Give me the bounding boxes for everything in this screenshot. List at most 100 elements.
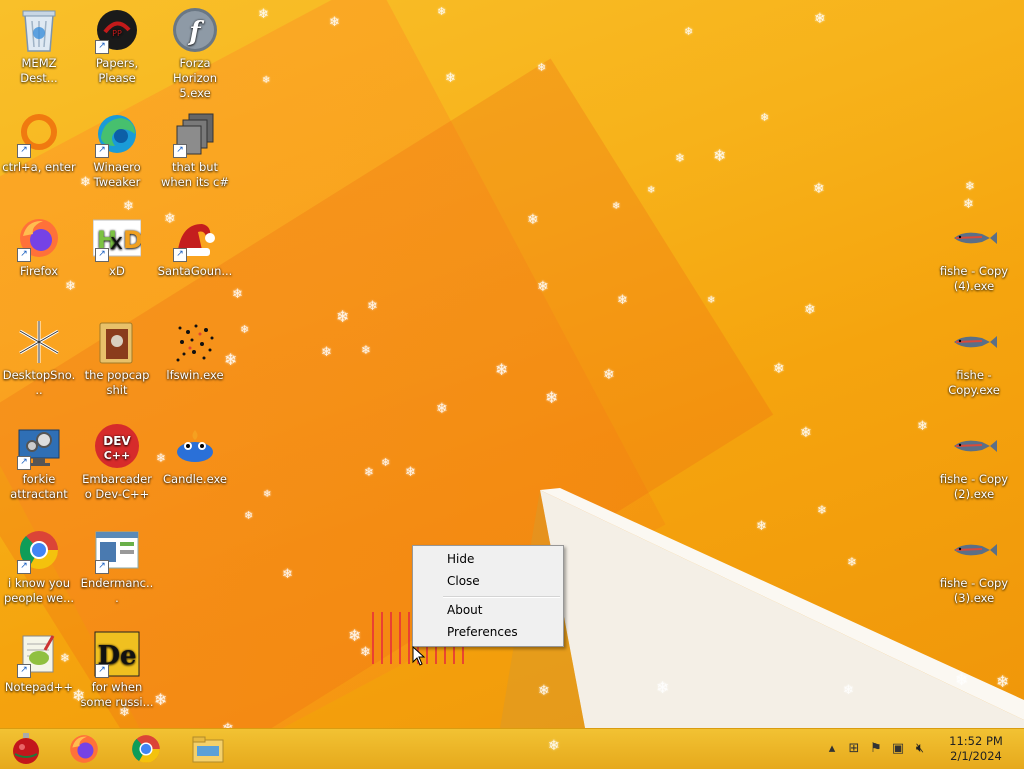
desktop-icon-papers-please[interactable]: PP ↗ Papers, Please [78, 0, 156, 86]
taskbar-firefox-button[interactable] [58, 731, 110, 767]
action-center-flag-icon[interactable]: ⚑ [868, 741, 884, 757]
desktop-icon-csharp[interactable]: ↗ that but when its c# [156, 104, 234, 190]
app-window-icon: ↗ [93, 526, 141, 574]
menu-item-hide[interactable]: Hide [416, 549, 560, 569]
ring-icon: ↗ [15, 110, 63, 158]
fish-icon [950, 214, 998, 262]
snowflake-icon: ❄ [804, 302, 816, 318]
desktop-icon-winaero[interactable]: ↗ Winaero Tweaker [78, 104, 156, 190]
desktop-icon-forza[interactable]: f Forza Horizon 5.exe [156, 0, 234, 101]
icon-label: fishe - Copy.exe [948, 368, 1000, 397]
icon-label: SantaGoun... [157, 264, 233, 278]
volume-muted-icon[interactable]: 🔇︎ [912, 741, 928, 757]
snowflake-icon: ❄ [548, 738, 560, 754]
shortcut-arrow-icon: ↗ [95, 664, 109, 678]
show-hidden-icon[interactable]: ▴ [824, 741, 840, 757]
menu-item-about[interactable]: About [416, 600, 560, 620]
snowflake-icon: ❄ [436, 401, 448, 417]
snowflake-icon: ❄ [282, 567, 293, 582]
snowflake-icon: ❄ [612, 201, 621, 212]
shortcut-arrow-icon: ↗ [17, 664, 31, 678]
snowflake-icon: ❄ [364, 465, 375, 479]
snowflake-icon: ❄ [65, 279, 76, 294]
icon-label: Candle.exe [163, 472, 227, 486]
snowflake-icon: ❄ [329, 15, 340, 30]
menu-item-close[interactable]: Close [416, 571, 560, 591]
shortcut-arrow-icon: ↗ [95, 248, 109, 262]
network-device-icon[interactable]: ⊞ [846, 741, 862, 757]
svg-text:DEV: DEV [103, 434, 131, 448]
desktop-icon-chrome[interactable]: ↗ i know you people we... [0, 520, 78, 606]
desktop-icon-fishe-copy-2[interactable]: fishe - Copy (2).exe [935, 416, 1013, 502]
snowflake-icon: ❄ [367, 299, 378, 314]
icon-label: Forza Horizon 5.exe [173, 56, 217, 100]
snowflake-icon: ❄ [381, 456, 391, 469]
fish-icon [950, 526, 998, 574]
snowflake-icon: ❄ [538, 683, 550, 699]
notepadpp-icon: ↗ [15, 630, 63, 678]
desktop-icon-popcap[interactable]: the popcap shit [78, 312, 156, 398]
menu-separator [443, 596, 560, 598]
network-icon[interactable]: ▣ [890, 741, 906, 757]
start-button[interactable] [0, 731, 52, 767]
snowflake-icon: ❄ [244, 509, 254, 522]
firefox-icon: ↗ [15, 214, 63, 262]
clock-date: 2/1/2024 [950, 749, 1002, 763]
santa-hat-icon: ↗ [171, 214, 219, 262]
desktop-background[interactable]: ❄ ❄ ❄ ❄ ❄ ❄ ❄ ❄ ❄ ❄ ❄ ❄ ❄ ❄ ❄ ❄ ❄ ❄ ❄ ❄ … [0, 0, 1024, 728]
desktop-icon-forkie[interactable]: ↗ forkie attractant [0, 416, 78, 502]
dots-icon [171, 318, 219, 366]
snowflake-icon: ❄ [240, 323, 250, 336]
icon-label: MEMZ Dest... [20, 56, 58, 85]
flash-player-icon: f [171, 6, 219, 54]
shortcut-arrow-icon: ↗ [173, 248, 187, 262]
icon-label: for when some russi... [80, 680, 154, 709]
desktop-icon-candle[interactable]: Candle.exe [156, 416, 234, 487]
shortcut-arrow-icon: ↗ [17, 560, 31, 574]
shortcut-arrow-icon: ↗ [17, 248, 31, 262]
desktop-icon-notepadpp[interactable]: ↗ Notepad++ [0, 624, 78, 695]
desktop-icon-endermanch[interactable]: ↗ Endermanc... [78, 520, 156, 606]
desktop-icon-fishe-copy-3[interactable]: fishe - Copy (3).exe [935, 520, 1013, 606]
monitor-gear-icon: ↗ [15, 422, 63, 470]
snowflake-icon: ❄ [537, 61, 547, 74]
desktop-icon-fishe-copy-4[interactable]: fishe - Copy (4).exe [935, 208, 1013, 294]
clock[interactable]: 11:52 PM 2/1/2024 [946, 734, 1006, 764]
snowflake-icon: ❄ [361, 343, 372, 357]
folder-icon [93, 318, 141, 366]
snowflake-icon: ❄ [773, 361, 785, 377]
desktop-icon-firefox[interactable]: ↗ Firefox [0, 208, 78, 279]
icon-label: lfswin.exe [166, 368, 224, 382]
snowflake-icon: ❄ [917, 419, 928, 434]
desktop-icon-de[interactable]: De ↗ for when some russi... [78, 624, 156, 710]
desktop-icon-fishe-copy[interactable]: fishe - Copy.exe [935, 312, 1013, 398]
desktop-icon-memz[interactable]: MEMZ Dest... [0, 0, 78, 86]
desktop-icon-lfswin[interactable]: lfswin.exe [156, 312, 234, 383]
shortcut-arrow-icon: ↗ [173, 144, 187, 158]
snowflake-icon: ❄ [813, 181, 825, 197]
desktop-icon-ctrl-a-enter[interactable]: ↗ ctrl+a, enter [0, 104, 78, 175]
desktop-icon-devcpp[interactable]: DEV C++ Embarcadero Dev-C++ [78, 416, 156, 502]
icon-label: ctrl+a, enter [2, 160, 76, 174]
snowflake-icon [15, 318, 63, 366]
hxd-icon: HDx ↗ [93, 214, 141, 262]
icon-label: Embarcadero Dev-C++ [82, 472, 152, 501]
svg-text:x: x [110, 230, 123, 255]
icon-label: Notepad++ [4, 680, 74, 694]
taskbar: ❄ ▴ ⊞ ⚑ ▣ 🔇︎ 11:52 PM 2/1/2024 [0, 728, 1024, 769]
icon-label: Firefox [19, 264, 59, 278]
snowflake-icon: ❄ [348, 626, 362, 645]
taskbar-file-explorer-button[interactable] [182, 731, 234, 767]
snowflake-icon: ❄ [675, 151, 686, 165]
snowflake-icon: ❄ [647, 185, 656, 196]
snowflake-icon: ❄ [405, 465, 416, 480]
snowflake-icon: ❄ [537, 279, 549, 295]
taskbar-chrome-button[interactable] [120, 731, 172, 767]
desktop-icon-desktopsnow[interactable]: DesktopSno... [0, 312, 78, 398]
icon-label: Winaero Tweaker [93, 160, 141, 189]
desktop-icon-xd[interactable]: HDx ↗ xD [78, 208, 156, 279]
menu-item-preferences[interactable]: Preferences [416, 622, 560, 642]
icon-label: the popcap shit [84, 368, 150, 397]
icon-label: fishe - Copy (4).exe [939, 264, 1009, 293]
desktop-icon-santagoun[interactable]: ↗ SantaGoun... [156, 208, 234, 279]
